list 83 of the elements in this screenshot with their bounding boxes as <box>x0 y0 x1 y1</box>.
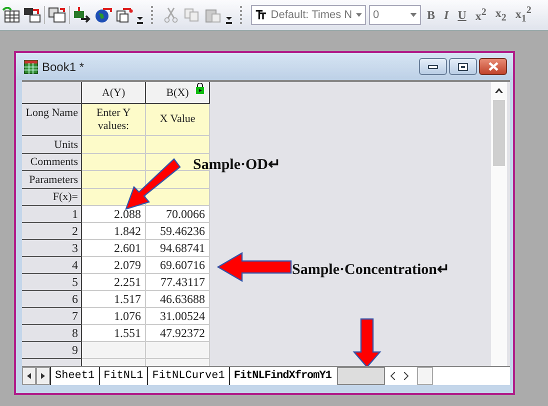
table-icon[interactable] <box>23 7 41 23</box>
close-icon <box>488 62 498 71</box>
table-cell: 47.92372 <box>146 325 210 342</box>
font-size: 0 <box>373 9 380 21</box>
table-cell: 70.0066 <box>146 206 210 223</box>
font-name: Default: Times N <box>270 9 352 21</box>
pages-icon[interactable] <box>115 7 133 23</box>
table-cell <box>146 342 210 359</box>
table-cell: 2.088 <box>82 206 146 223</box>
row-number: 3 <box>22 240 82 257</box>
table-cell: 77.43117 <box>146 274 210 291</box>
table-cell: 2.079 <box>82 257 146 274</box>
row-number: 7 <box>22 308 82 325</box>
format-button[interactable]: B <box>424 9 438 21</box>
maximize-button[interactable] <box>449 58 477 75</box>
dropdown-icon[interactable] <box>225 15 233 25</box>
format-button[interactable]: I <box>441 9 452 21</box>
row-number: 1 <box>22 206 82 223</box>
table-cell: 2.601 <box>82 240 146 257</box>
font-size-dropdown[interactable]: 0 <box>369 5 421 25</box>
minimize-button[interactable] <box>419 58 447 75</box>
row-label: F(x)= <box>22 189 82 206</box>
table-cell: 1.517 <box>82 291 146 308</box>
table-cell: 1.076 <box>82 308 146 325</box>
table-cell: 1.551 <box>82 325 146 342</box>
annotation-text: Sample·OD↵ <box>193 156 282 174</box>
minimize-icon <box>428 64 438 68</box>
row-number: 8 <box>22 325 82 342</box>
maximize-icon <box>458 62 468 70</box>
table-cell: 94.68741 <box>146 240 210 257</box>
caret-icon <box>356 13 362 17</box>
column-header[interactable]: B(X) <box>146 82 210 104</box>
add-column-icon[interactable] <box>2 7 20 23</box>
import-icon[interactable] <box>73 7 91 23</box>
arrow <box>352 318 382 366</box>
row-number: 9 <box>22 342 82 359</box>
scroll-left-button[interactable] <box>22 367 36 385</box>
table-cell: 69.60716 <box>146 257 210 274</box>
table-cell <box>82 154 146 171</box>
chevron-left-icon <box>390 372 395 380</box>
copy-table-icon[interactable] <box>48 7 66 23</box>
format-button[interactable]: x$^{2}$ <box>472 8 490 22</box>
globe-icon[interactable] <box>94 7 112 23</box>
resize-grip[interactable] <box>417 367 434 385</box>
table-cell <box>146 189 210 206</box>
row-number: 4 <box>22 257 82 274</box>
table-cell: Enter Y values: <box>82 104 146 136</box>
format-button[interactable]: x$_{2}$ <box>492 6 510 24</box>
table-cell: X Value <box>146 104 210 136</box>
right-arrow-icon <box>41 373 45 379</box>
table-cell <box>82 136 146 154</box>
row-label: Long Name <box>22 104 82 136</box>
scrollbar-thumb[interactable] <box>493 100 505 166</box>
row-label: Parameters <box>22 171 82 189</box>
format-button[interactable]: U <box>454 9 470 21</box>
table-cell <box>82 171 146 189</box>
row-label: Comments <box>22 154 82 171</box>
scroll-right-button[interactable] <box>36 367 50 385</box>
table-cell <box>146 136 210 154</box>
table-cell: 31.00524 <box>146 308 210 325</box>
row-label: Units <box>22 136 82 154</box>
annotation-text: Sample·Concentration↵ <box>292 261 450 279</box>
row-number: 6 <box>22 291 82 308</box>
workbook-icon <box>24 60 38 74</box>
left-arrow-icon <box>27 373 31 379</box>
row-number: 2 <box>22 223 82 240</box>
caret-icon <box>410 13 417 17</box>
column-header[interactable]: A(Y) <box>82 82 146 104</box>
font-dropdown[interactable]: Default: Times N <box>251 5 366 25</box>
chevron-right-icon <box>404 372 409 380</box>
table-cell <box>82 342 146 359</box>
vertical-scrollbar[interactable] <box>491 82 507 366</box>
table-cell: 46.63688 <box>146 291 210 308</box>
dropdown-icon[interactable] <box>136 15 144 25</box>
lock-icon <box>195 83 206 94</box>
table-cell: 59.46236 <box>146 223 210 240</box>
table-cell: 2.251 <box>82 274 146 291</box>
row-number: 5 <box>22 274 82 291</box>
font-icon <box>255 9 267 21</box>
table-cell: 1.842 <box>82 223 146 240</box>
scroll-up-icon <box>495 88 503 93</box>
window-title: Book1 * <box>42 60 84 74</box>
close-button[interactable] <box>479 58 507 75</box>
